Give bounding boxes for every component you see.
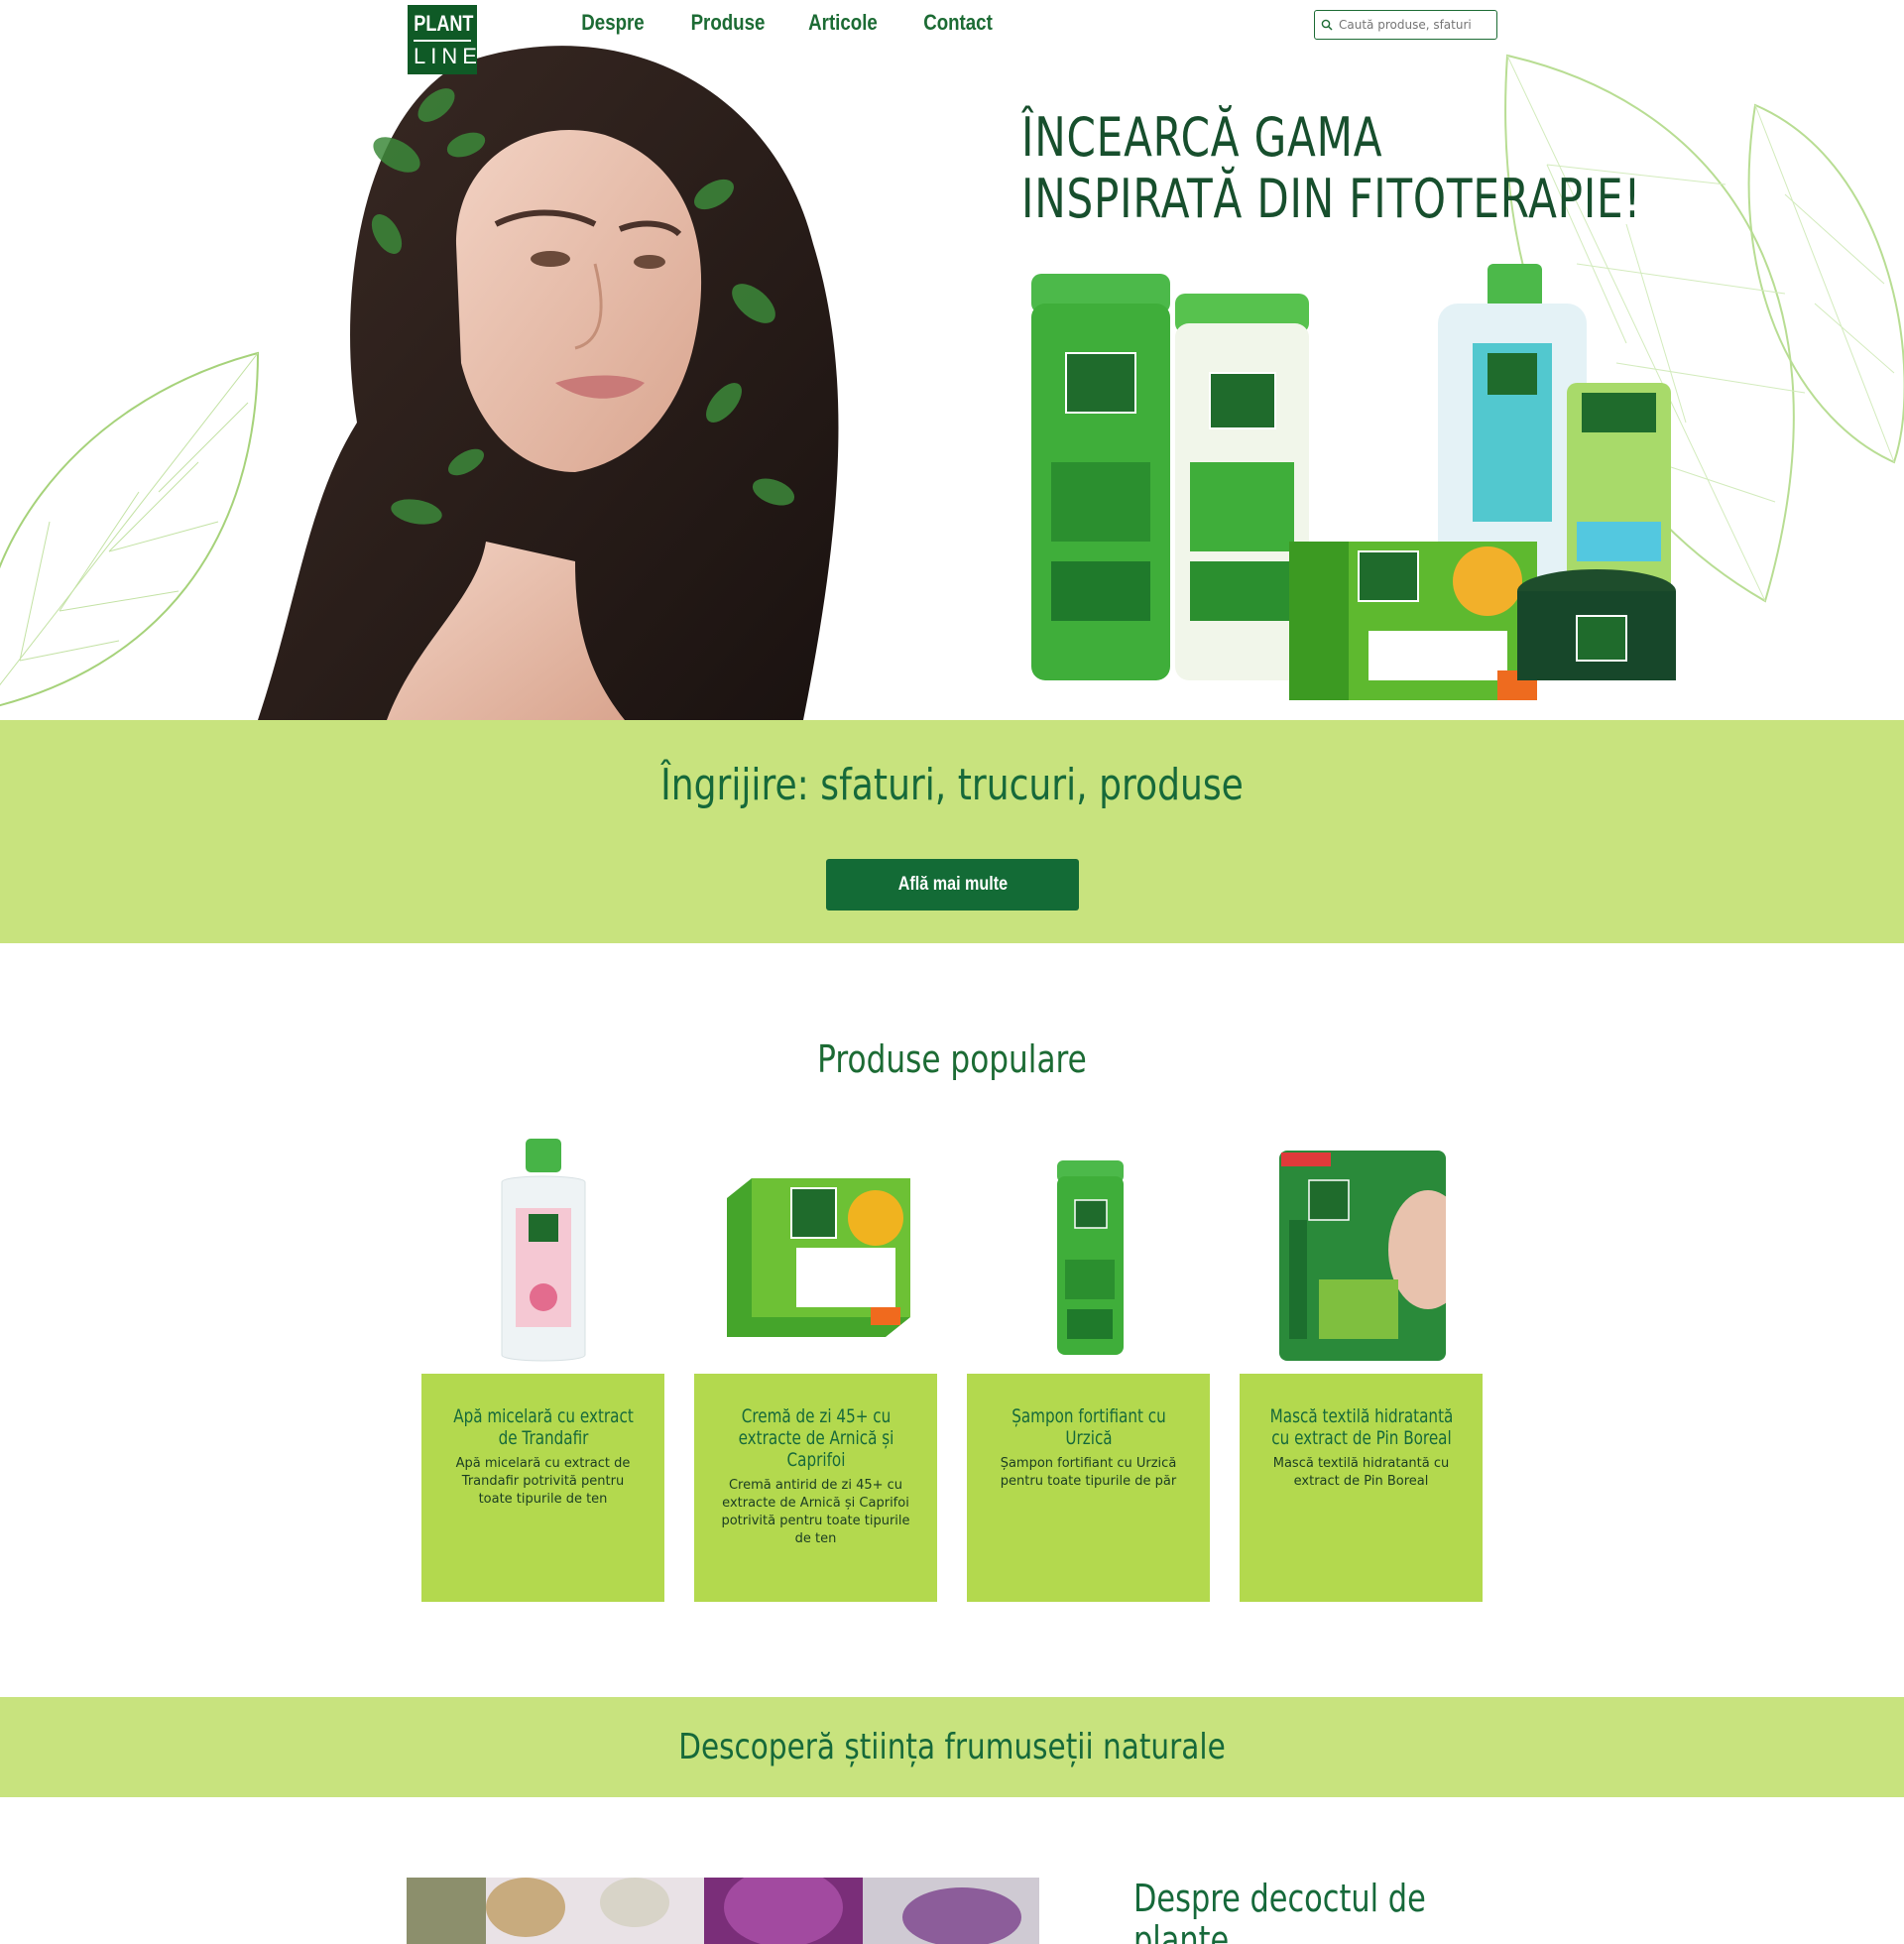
nav-despre[interactable]: Despre bbox=[564, 10, 662, 36]
nav-produse[interactable]: Produse bbox=[679, 10, 777, 36]
shampoo-bottle bbox=[1031, 274, 1170, 680]
cream-jar bbox=[1517, 569, 1676, 680]
product-card-title: Mască textilă hidratantă cu extract de P… bbox=[1269, 1405, 1454, 1449]
product-card-desc: Cremă antirid de zi 45+ cu extracte de A… bbox=[721, 1478, 910, 1546]
main-nav: Despre Produse Articole Contact bbox=[555, 10, 1015, 36]
product-card-desc: Mască textilă hidratantă cu extract de P… bbox=[1272, 1456, 1450, 1489]
natural-beauty-band: Descoperă știința frumuseții naturale bbox=[0, 1697, 1904, 1797]
product-image-nettle-shampoo[interactable] bbox=[1053, 1160, 1128, 1359]
product-image-sheet-mask[interactable] bbox=[1279, 1151, 1446, 1361]
natural-beauty-title: Descoperă știința frumuseții naturale bbox=[678, 1727, 1226, 1767]
conditioner-bottle bbox=[1175, 294, 1309, 680]
nav-articole[interactable]: Articole bbox=[794, 10, 892, 36]
hero-title: ÎNCEARCĂ GAMA INSPIRATĂ DIN FITOTERAPIE! bbox=[1021, 107, 1641, 230]
care-tips-title: Îngrijire: sfaturi, trucuri, produse bbox=[660, 760, 1244, 810]
product-image-micellar-water[interactable] bbox=[494, 1139, 593, 1367]
product-card[interactable]: Mască textilă hidratantă cu extract de P… bbox=[1240, 1374, 1483, 1602]
logo-text-line: LINE bbox=[414, 40, 477, 71]
product-image-day-cream[interactable] bbox=[722, 1168, 910, 1337]
logo-text-plant: PLANT bbox=[414, 11, 474, 36]
hero-banner[interactable]: ÎNCEARCĂ GAMA INSPIRATĂ DIN FITOTERAPIE! bbox=[0, 46, 1904, 720]
hero-products-image bbox=[1031, 264, 1676, 700]
product-card[interactable]: Cremă de zi 45+ cu extracte de Arnică și… bbox=[694, 1374, 937, 1602]
learn-more-button[interactable]: Află mai multe bbox=[826, 859, 1079, 911]
hero-title-line2: INSPIRATĂ DIN FITOTERAPIE! bbox=[1021, 168, 1642, 230]
product-card[interactable]: Apă micelară cu extract de Trandafir Apă… bbox=[421, 1374, 664, 1602]
product-card-title: Apă micelară cu extract de Trandafir bbox=[453, 1405, 634, 1449]
search-box[interactable] bbox=[1314, 10, 1497, 40]
search-input[interactable] bbox=[1339, 18, 1488, 32]
plant-line-logo[interactable]: PLANT LINE bbox=[408, 5, 477, 74]
learn-more-label: Află mai multe bbox=[897, 874, 1008, 895]
product-card-desc: Apă micelară cu extract de Trandafir pot… bbox=[455, 1456, 631, 1507]
product-card-title: Șampon fortifiant cu Urzică bbox=[1012, 1405, 1166, 1449]
nav-contact[interactable]: Contact bbox=[909, 10, 1008, 36]
product-card-desc: Șampon fortifiant cu Urzică pentru toate… bbox=[1000, 1456, 1177, 1489]
product-card[interactable]: Șampon fortifiant cu Urzică Șampon forti… bbox=[967, 1374, 1210, 1602]
care-tips-band: Îngrijire: sfaturi, trucuri, produse Afl… bbox=[0, 720, 1904, 943]
hero-model-image bbox=[258, 46, 839, 720]
product-card-title: Cremă de zi 45+ cu extracte de Arnică și… bbox=[738, 1405, 894, 1471]
hero-title-line1: ÎNCEARCĂ GAMA bbox=[1021, 106, 1383, 169]
popular-products-title: Produse populare bbox=[817, 1037, 1087, 1081]
search-icon bbox=[1321, 19, 1333, 31]
face-cream-box bbox=[1289, 542, 1537, 700]
article-image-herbs[interactable] bbox=[407, 1878, 1039, 1944]
article-title[interactable]: Despre decoctul de plante bbox=[1133, 1878, 1435, 1944]
site-header: Despre Produse Articole Contact bbox=[0, 0, 1904, 46]
